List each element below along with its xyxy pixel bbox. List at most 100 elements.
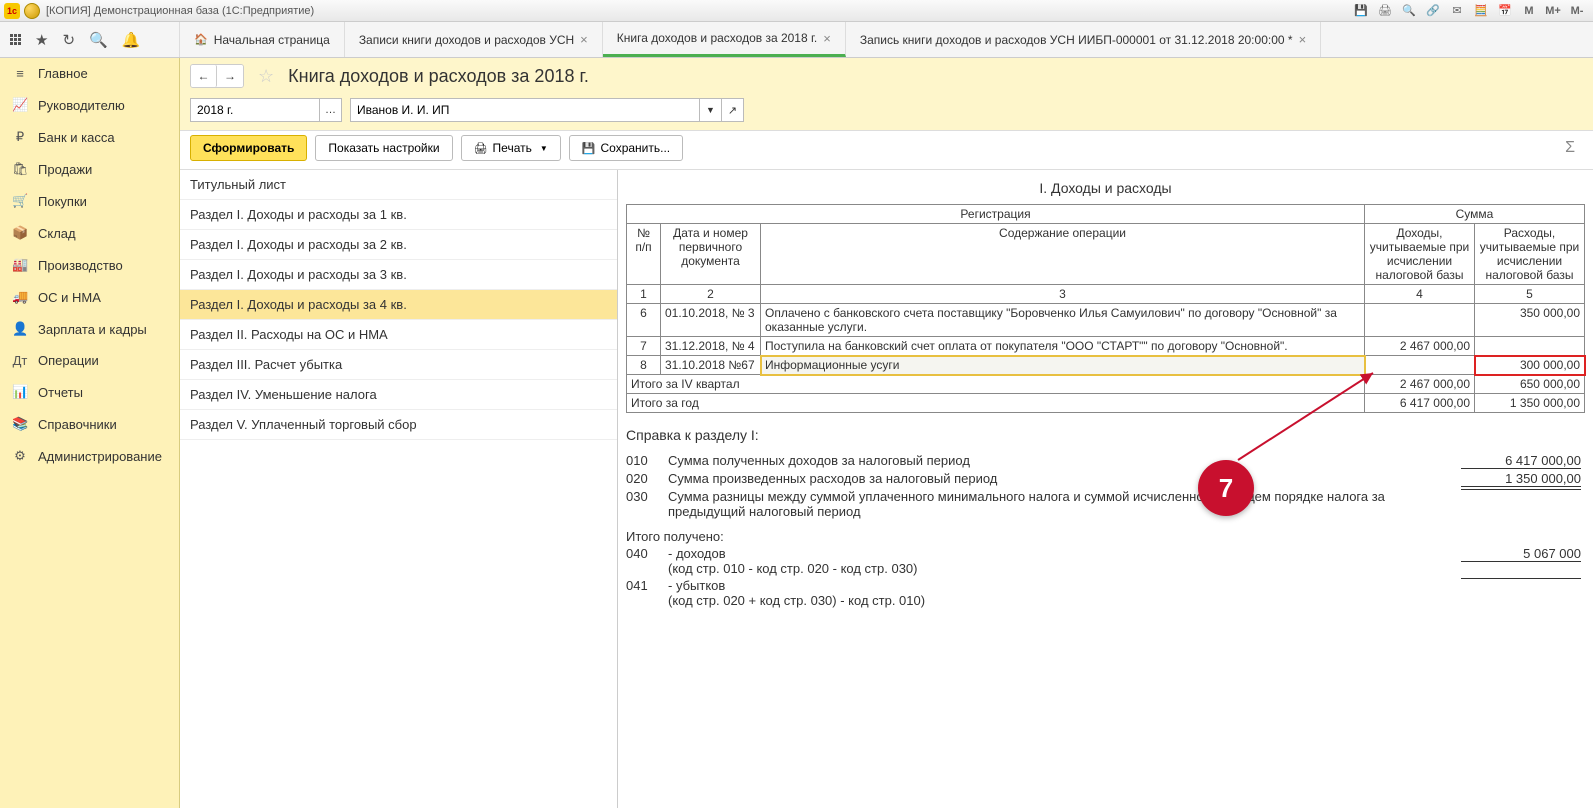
mail-icon[interactable]: ✉ [1449,3,1465,19]
nav-item[interactable]: Раздел I. Доходы и расходы за 3 кв. [180,260,617,290]
sidebar-icon: 🏭 [12,257,28,273]
nav-item[interactable]: Раздел V. Уплаченный торговый сбор [180,410,617,440]
print-icon[interactable]: 🖨 [1377,3,1393,19]
cell-income: 2 467 000,00 [1365,337,1475,356]
sidebar-label: Покупки [38,194,87,209]
spravka-code: 010 [626,453,656,468]
table-row[interactable]: 831.10.2018 №67Информационные усуги300 0… [627,356,1585,375]
org-open-icon[interactable]: ↗ [722,98,744,122]
spravka-section: Справка к разделу I: 010Сумма полученных… [626,427,1585,608]
sidebar-item[interactable]: 📦Склад [0,217,179,249]
nav-item[interactable]: Раздел I. Доходы и расходы за 4 кв. [180,290,617,320]
sidebar-item[interactable]: ≡Главное [0,58,179,89]
sidebar-icon: 📈 [12,97,28,113]
calc-icon[interactable]: 🧮 [1473,3,1489,19]
org-input[interactable] [350,98,700,122]
chevron-down-icon: ▼ [540,144,548,153]
total-expense: 650 000,00 [1475,375,1585,394]
sidebar-item[interactable]: 📚Справочники [0,408,179,440]
sidebar-item[interactable]: 📊Отчеты [0,376,179,408]
sidebar-icon: 🛒 [12,193,28,209]
search-icon[interactable]: 🔍 [1401,3,1417,19]
nav-item[interactable]: Раздел I. Доходы и расходы за 2 кв. [180,230,617,260]
period-input[interactable] [190,98,320,122]
th-sum: Сумма [1365,205,1585,224]
sidebar-item[interactable]: 👤Зарплата и кадры [0,313,179,345]
sidebar-label: Продажи [38,162,92,177]
sidebar-item[interactable]: 🛒 Покупки [0,185,179,217]
total-row: Итого за IV квартал2 467 000,00650 000,0… [627,375,1585,394]
find-icon[interactable]: 🔍 [89,31,108,49]
spravka-row: 020Сумма произведенных расходов за налог… [626,471,1585,487]
save-button[interactable]: 💾Сохранить... [569,135,683,161]
print-button[interactable]: 🖨Печать▼ [461,135,561,161]
tabs: 🏠Начальная страницаЗаписи книги доходов … [180,22,1593,57]
col-number: 5 [1475,285,1585,304]
nav-item[interactable]: Титульный лист [180,170,617,200]
titlebar-actions: 💾 🖨 🔍 🔗 ✉ 🧮 📅 M M+ M- [1353,3,1589,19]
total-income: 6 417 000,00 [1365,394,1475,413]
total-label: Итого за год [627,394,1365,413]
tab[interactable]: 🏠Начальная страница [180,22,345,57]
forward-button[interactable]: → [217,65,243,87]
quick-tools: ★ ↻ 🔍 🔔 [0,22,180,57]
tab[interactable]: Запись книги доходов и расходов УСН ИИБП… [846,22,1321,57]
col-number: 4 [1365,285,1475,304]
cell-doc: 01.10.2018, № 3 [661,304,761,337]
bell-icon[interactable]: 🔔 [122,31,141,49]
spravka-row: 030Сумма разницы между суммой уплаченног… [626,489,1585,519]
save-icon[interactable]: 💾 [1353,3,1369,19]
sidebar-icon: ⚙ [12,448,28,464]
nav-item[interactable]: Раздел III. Расчет убытка [180,350,617,380]
form-button[interactable]: Сформировать [190,135,307,161]
sidebar-item[interactable]: 🛍Продажи [0,153,179,185]
calendar-icon[interactable]: 📅 [1497,3,1513,19]
link-icon[interactable]: 🔗 [1425,3,1441,19]
tab-label: Запись книги доходов и расходов УСН ИИБП… [860,33,1293,47]
history-icon[interactable]: ↻ [62,31,75,49]
sidebar-label: Руководителю [38,98,125,113]
sidebar-item[interactable]: ДтОперации [0,345,179,376]
sidebar-item[interactable]: 📈 Руководителю [0,89,179,121]
tab[interactable]: Книга доходов и расходов за 2018 г.× [603,22,846,57]
total-row: Итого за год6 417 000,001 350 000,00 [627,394,1585,413]
sigma-icon[interactable]: Σ [1557,135,1583,161]
sidebar-item[interactable]: ⚙Администрирование [0,440,179,472]
report-panel: I. Доходы и расходы Регистрация Сумма № … [618,170,1593,808]
total-label: Итого за IV квартал [627,375,1365,394]
close-icon[interactable]: × [823,31,831,46]
sidebar-label: Отчеты [38,385,83,400]
period-picker-icon[interactable]: … [320,98,342,122]
spravka-row: 010Сумма полученных доходов за налоговый… [626,453,1585,469]
favorite-icon[interactable]: ★ [35,31,48,49]
table-row[interactable]: 601.10.2018, № 3Оплачено с банковского с… [627,304,1585,337]
sidebar-item[interactable]: 🚚ОС и НМА [0,281,179,313]
back-button[interactable]: ← [191,65,217,87]
show-settings-button[interactable]: Показать настройки [315,135,452,161]
org-dropdown-icon[interactable]: ▼ [700,98,722,122]
cell-income [1365,356,1475,375]
cell-doc: 31.12.2018, № 4 [661,337,761,356]
favorite-star-icon[interactable]: ☆ [258,66,274,87]
scale-mminus-icon[interactable]: M- [1569,3,1585,19]
page-header: ← → ☆ Книга доходов и расходов за 2018 г… [180,58,1593,94]
th-expense: Расходы, учитываемые при исчислении нало… [1475,224,1585,285]
spravka-value [1461,578,1581,579]
close-icon[interactable]: × [580,32,588,47]
tab-label: Начальная страница [214,33,330,47]
th-doc: Дата и номер первичного документа [661,224,761,285]
cell-op: Оплачено с банковского счета поставщику … [761,304,1365,337]
sidebar-item[interactable]: ₽Банк и касса [0,121,179,153]
nav-item[interactable]: Раздел IV. Уменьшение налога [180,380,617,410]
content: ← → ☆ Книга доходов и расходов за 2018 г… [180,58,1593,808]
tab[interactable]: Записи книги доходов и расходов УСН× [345,22,603,57]
close-icon[interactable]: × [1299,32,1307,47]
scale-mplus-icon[interactable]: M+ [1545,3,1561,19]
table-row[interactable]: 731.12.2018, № 4Поступила на банковский … [627,337,1585,356]
scale-m-icon[interactable]: M [1521,3,1537,19]
nav-item[interactable]: Раздел I. Доходы и расходы за 1 кв. [180,200,617,230]
sidebar-item[interactable]: 🏭Производство [0,249,179,281]
apps-icon[interactable] [10,34,21,45]
minimize-icon[interactable] [24,3,40,19]
nav-item[interactable]: Раздел II. Расходы на ОС и НМА [180,320,617,350]
